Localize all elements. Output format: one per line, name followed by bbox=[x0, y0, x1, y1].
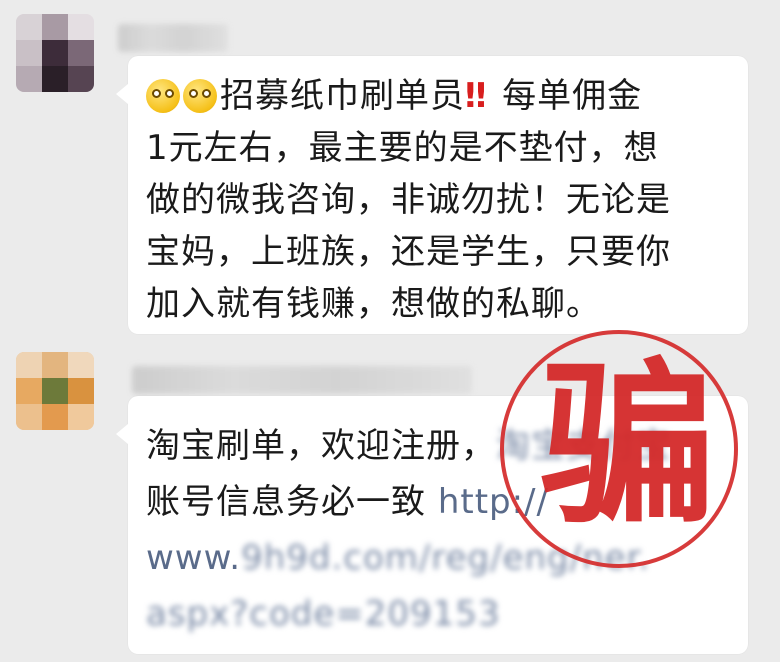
avatar[interactable] bbox=[16, 352, 94, 430]
message-text-segment: 1元左右，最主要的是不垫付，想 bbox=[146, 128, 659, 168]
message-text-segment: 招募纸巾刷单员 bbox=[220, 76, 465, 116]
message-line: 1元左右，最主要的是不垫付，想 bbox=[146, 122, 742, 174]
obscured-text: aspx?code=209153 bbox=[146, 594, 501, 634]
face-with-monocle-emoji bbox=[183, 79, 217, 113]
message-bubble[interactable]: 招募纸巾刷单员‼ 每单佣金 1元左右，最主要的是不垫付，想 做的微我咨询，非诚勿扰！… bbox=[116, 56, 748, 334]
avatar[interactable] bbox=[16, 14, 94, 92]
face-with-monocle-emoji bbox=[146, 79, 180, 113]
double-exclamation-icon: ‼ bbox=[465, 76, 486, 116]
sender-name bbox=[132, 366, 472, 394]
message-line: 做的微我咨询，非诚勿扰！无论是 bbox=[146, 174, 742, 226]
message-text-segment: 宝妈，上班族，还是学生，只要你 bbox=[146, 232, 671, 272]
message-text-segment: 每单佣金 bbox=[490, 76, 643, 116]
message-text-segment: 淘宝刷单，欢迎注册， bbox=[146, 426, 496, 466]
message-line: 加入就有钱赚，想做的私聊。 bbox=[146, 278, 742, 330]
chat-message-1: 招募纸巾刷单员‼ 每单佣金 1元左右，最主要的是不垫付，想 做的微我咨询，非诚勿扰！… bbox=[0, 0, 780, 340]
message-text: 招募纸巾刷单员‼ 每单佣金 1元左右，最主要的是不垫付，想 做的微我咨询，非诚勿扰！… bbox=[146, 70, 742, 330]
message-line: 招募纸巾刷单员‼ 每单佣金 bbox=[146, 70, 742, 122]
scam-stamp-text: 骗 bbox=[539, 341, 716, 548]
message-text-segment: 做的微我咨询，非诚勿扰！无论是 bbox=[146, 180, 671, 220]
message-text-segment: 加入就有钱赚，想做的私聊。 bbox=[146, 284, 601, 324]
message-link[interactable]: www. bbox=[146, 538, 241, 578]
message-line: aspx?code=209153 bbox=[146, 586, 742, 642]
message-text-segment: 账号信息务必一致 bbox=[146, 482, 438, 522]
sender-name bbox=[118, 24, 228, 52]
message-line: 宝妈，上班族，还是学生，只要你 bbox=[146, 226, 742, 278]
